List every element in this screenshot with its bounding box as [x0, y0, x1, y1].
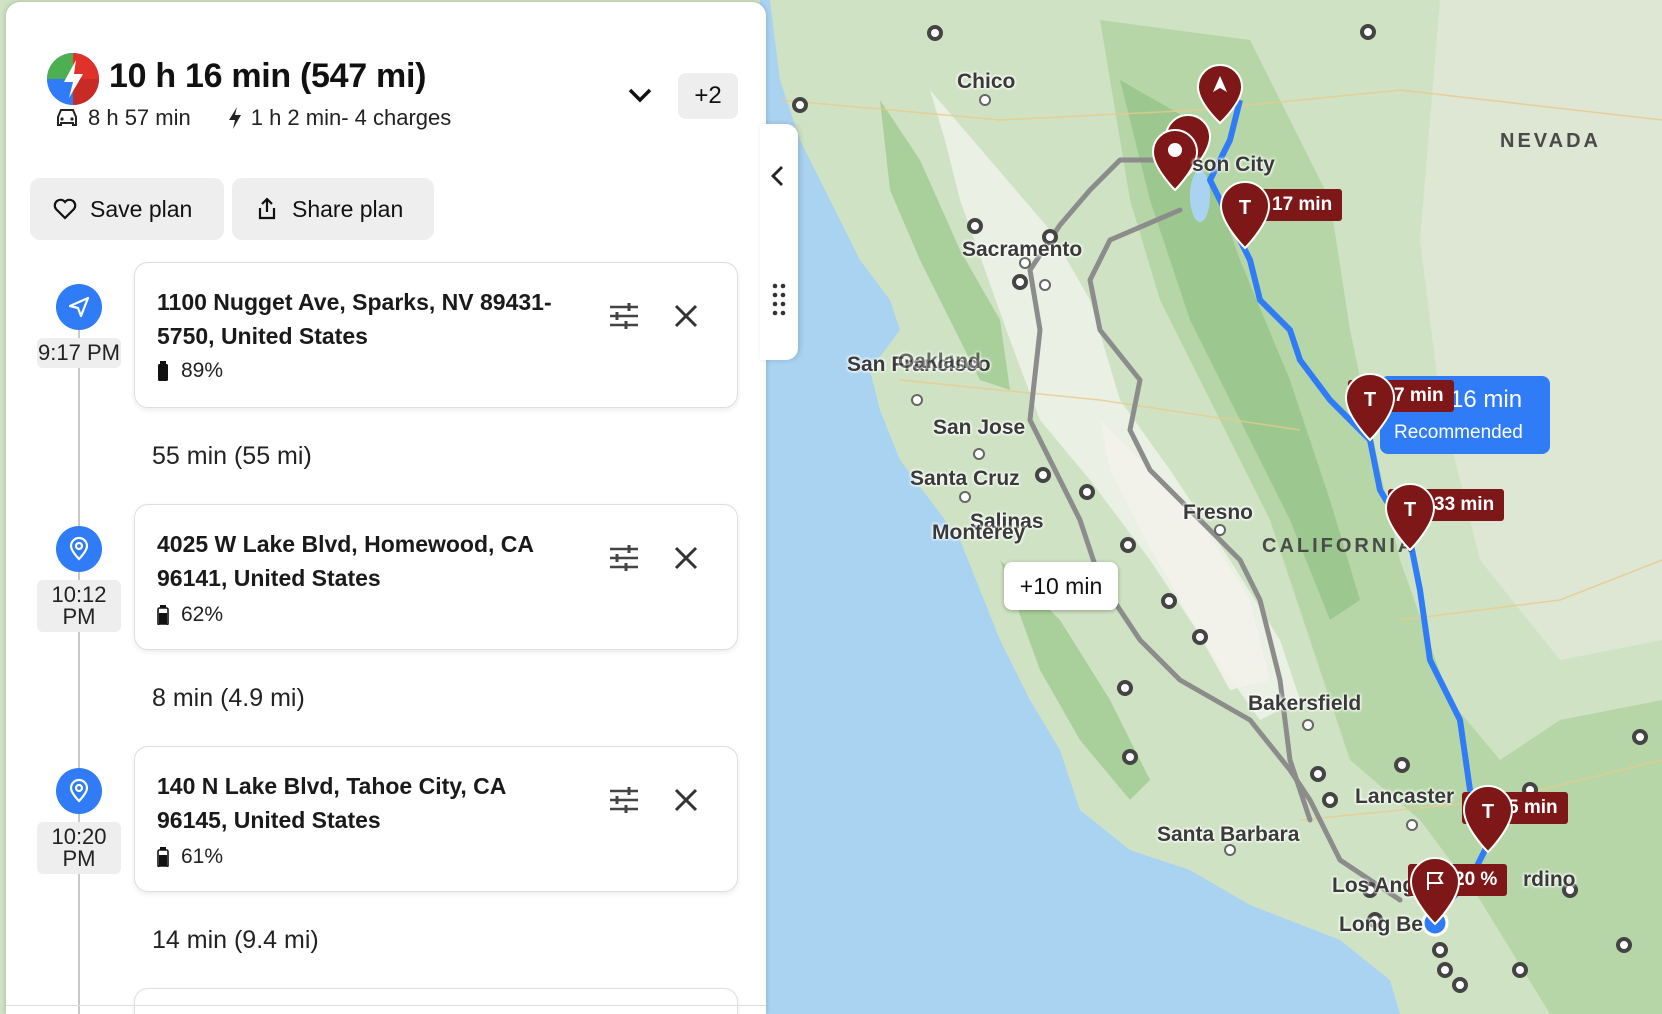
- leg-summary: 8 min (4.9 mi): [152, 684, 305, 712]
- stop-time: 9:17 PM: [37, 338, 121, 368]
- bolt-icon: [228, 107, 241, 129]
- heart-icon: [53, 198, 77, 220]
- charger-chip[interactable]: 7 min: [1348, 380, 1454, 412]
- charger-chip[interactable]: 33 min: [1388, 489, 1505, 521]
- stop-battery: 62%: [157, 603, 223, 627]
- drag-handle-icon[interactable]: [771, 282, 787, 322]
- chevron-down-icon[interactable]: [624, 82, 656, 110]
- stop-card[interactable]: 140 N Lake Blvd, Tahoe City, CA 96145, U…: [134, 746, 738, 892]
- save-plan-button[interactable]: Save plan: [30, 178, 224, 240]
- map-city-label: San Jose: [933, 416, 1026, 439]
- timeline-line: [78, 302, 80, 1014]
- stop-card[interactable]: 1100 Nugget Ave, Sparks, NV 89431-5750, …: [134, 262, 738, 408]
- stop-time: 10:20 PM: [37, 822, 121, 874]
- charge-time: 1 h 2 min- 4 charges: [250, 105, 452, 130]
- battery-icon: [157, 605, 169, 625]
- tune-icon[interactable]: [607, 541, 641, 575]
- battery-level: 62%: [181, 603, 224, 626]
- stop-battery: 89%: [157, 359, 223, 383]
- map-city-label: Los Ang: [1332, 874, 1416, 897]
- tune-icon[interactable]: [607, 783, 641, 817]
- map-city-label: Long Be: [1339, 913, 1423, 936]
- panel-collapse-tab[interactable]: [760, 124, 798, 360]
- map-city-label: Santa Barbara: [1157, 823, 1300, 846]
- charger-chip-label: 5 min: [1508, 797, 1558, 818]
- location-pin-icon: [56, 526, 102, 572]
- route-time: 16 min: [1450, 386, 1523, 413]
- charger-chip-label: 33 min: [1434, 494, 1495, 515]
- map-city-label: son City: [1192, 153, 1275, 176]
- leg-summary: 14 min (9.4 mi): [152, 926, 319, 954]
- close-icon[interactable]: [671, 301, 701, 331]
- trip-panel: 10 h 16 min (547 mi) 8 h 57 min 1 h 2 mi…: [6, 2, 766, 1014]
- charger-chip[interactable]: 17 min: [1226, 189, 1343, 221]
- chevron-left-icon[interactable]: [766, 164, 790, 188]
- stop-address: 140 N Lake Blvd, Tahoe City, CA 96145, U…: [157, 773, 506, 833]
- map-city-label: Monterey: [932, 521, 1026, 544]
- charger-chip-label: 17 min: [1272, 194, 1333, 215]
- share-icon: [258, 197, 276, 220]
- stop-battery: 61%: [157, 845, 223, 869]
- route-recommended-label: Recommended: [1394, 422, 1523, 443]
- charger-chip[interactable]: 5 min: [1462, 792, 1568, 824]
- close-icon[interactable]: [671, 543, 701, 573]
- map-city-label: Bakersfield: [1248, 692, 1362, 715]
- alt-route-pill[interactable]: +10 min: [1004, 562, 1118, 610]
- map-city-label: Santa Cruz: [910, 467, 1020, 490]
- share-plan-label: Share plan: [292, 195, 404, 222]
- charger-chip-label: 20 %: [1454, 869, 1498, 890]
- leg-summary: 55 min (55 mi): [152, 442, 312, 470]
- battery-level: 61%: [181, 845, 224, 868]
- trip-duration-title: 10 h 16 min (547 mi): [109, 57, 427, 95]
- charger-chip[interactable]: 20 %: [1408, 864, 1508, 896]
- battery-icon: [157, 847, 169, 867]
- location-pin-icon: [56, 768, 102, 814]
- map-city-label: rdino: [1523, 868, 1576, 891]
- map-city-label: Fresno: [1183, 501, 1254, 524]
- map-state-label: NEVADA: [1500, 130, 1601, 152]
- stop-card[interactable]: [134, 988, 738, 1014]
- map-city-label: Chico: [957, 70, 1016, 93]
- stop-time: 10:12 PM: [37, 580, 121, 632]
- stop-card[interactable]: 4025 W Lake Blvd, Homewood, CA 96141, Un…: [134, 504, 738, 650]
- tune-icon[interactable]: [607, 299, 641, 333]
- stop-address: 1100 Nugget Ave, Sparks, NV 89431-5750, …: [157, 289, 552, 349]
- share-plan-button[interactable]: Share plan: [232, 178, 434, 240]
- charger-chip-label: 7 min: [1394, 385, 1444, 406]
- map-city-label: Oakland: [898, 350, 981, 373]
- map-city-label: Sacramento: [962, 238, 1083, 261]
- trip-summary-line: 8 h 57 min 1 h 2 min- 4 charges: [54, 105, 451, 131]
- drive-time: 8 h 57 min: [88, 105, 191, 130]
- save-plan-label: Save plan: [90, 195, 193, 222]
- battery-level: 89%: [181, 359, 224, 382]
- map-state-label: CALIFORNIA: [1262, 535, 1416, 557]
- stop-address: 4025 W Lake Blvd, Homewood, CA 96141, Un…: [157, 531, 534, 591]
- battery-icon: [158, 361, 168, 381]
- close-icon[interactable]: [671, 785, 701, 815]
- map-city-label: Lancaster: [1355, 785, 1455, 808]
- app-logo-icon: [47, 53, 99, 105]
- divider: [6, 1005, 766, 1006]
- start-location-icon: [56, 284, 102, 330]
- car-icon: [57, 109, 77, 126]
- more-routes-button[interactable]: +2: [678, 73, 738, 119]
